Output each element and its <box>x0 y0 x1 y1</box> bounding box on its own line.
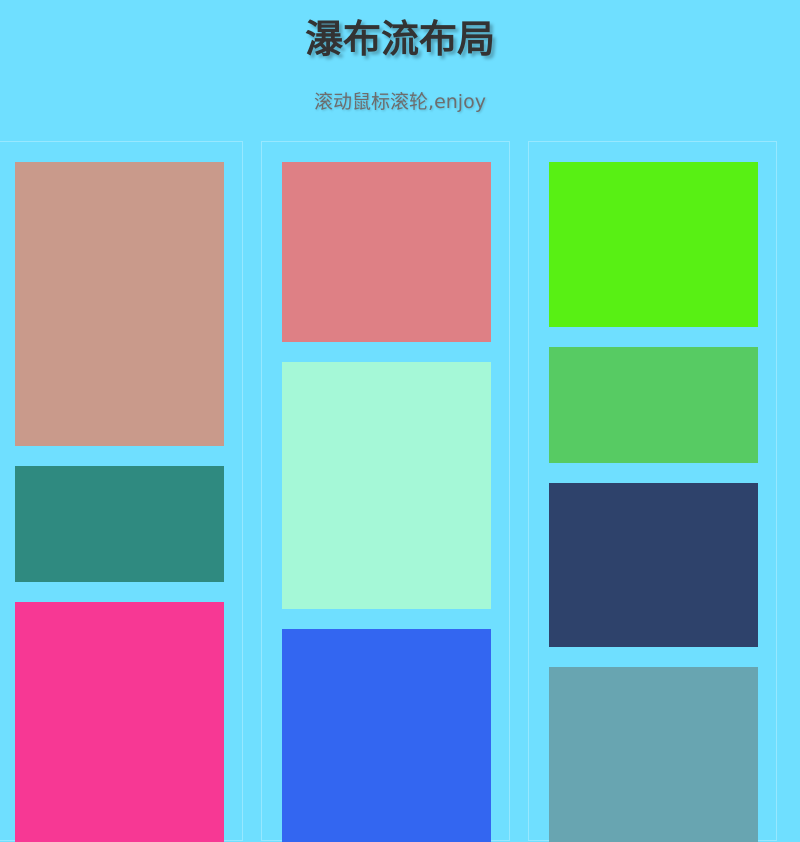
waterfall-column-2 <box>261 141 510 842</box>
subtitle: 滚动鼠标滚轮,enjoy <box>314 91 486 113</box>
page-title: 瀑布流布局 <box>304 17 495 61</box>
waterfall-column-3 <box>528 141 777 842</box>
waterfall-tile[interactable] <box>549 162 758 327</box>
waterfall-tile[interactable] <box>549 347 758 463</box>
waterfall-column-1 <box>0 141 243 842</box>
waterfall-tile[interactable] <box>282 162 491 342</box>
waterfall-tile[interactable] <box>549 667 758 842</box>
waterfall-tile[interactable] <box>282 362 491 609</box>
waterfall-tile[interactable] <box>15 162 224 446</box>
waterfall-tile[interactable] <box>15 602 224 842</box>
waterfall-tile[interactable] <box>282 629 491 842</box>
waterfall-tile[interactable] <box>15 466 224 582</box>
waterfall-tile[interactable] <box>549 483 758 647</box>
